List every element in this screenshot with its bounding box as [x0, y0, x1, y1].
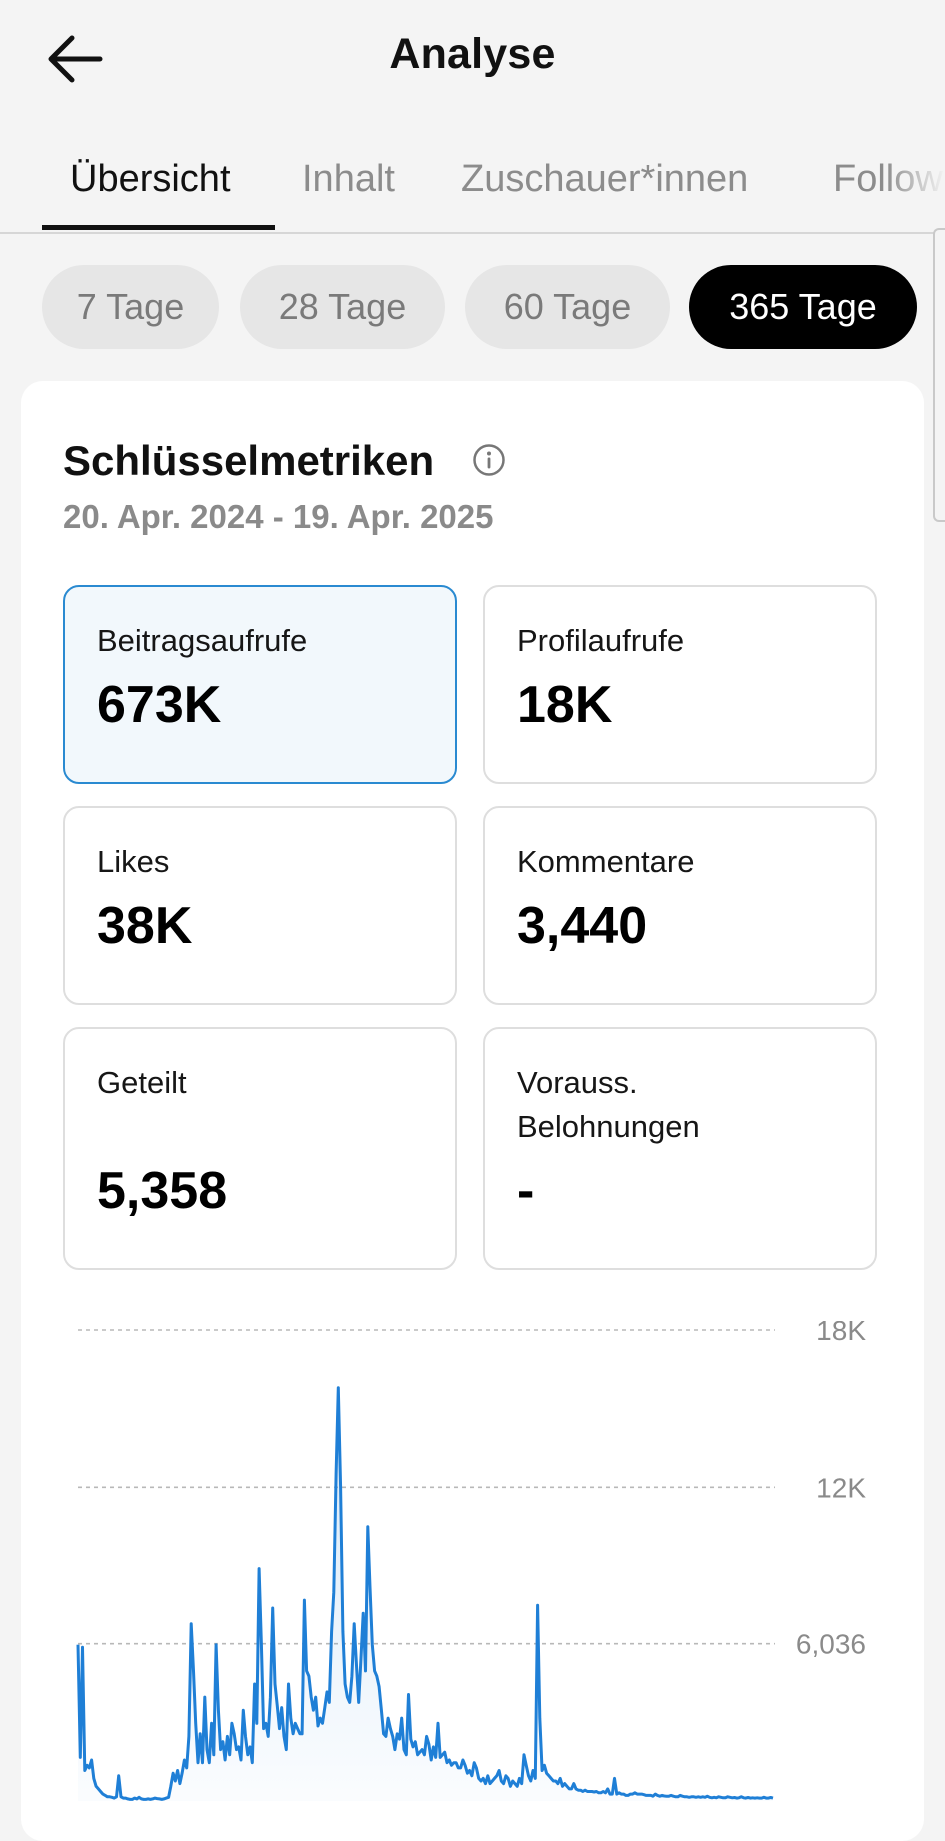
metric-value: 3,440 — [517, 897, 648, 955]
tab-overview[interactable]: Übersicht — [70, 158, 231, 201]
metric-shares[interactable]: Geteilt 5,358 — [63, 1027, 457, 1270]
metric-label: Kommentare — [517, 844, 695, 879]
tab-bar: Übersicht Inhalt Zuschauer*innen Follow — [0, 140, 945, 234]
range-7-days[interactable]: 7 Tage — [42, 265, 219, 349]
info-icon[interactable] — [472, 443, 506, 477]
tab-viewers[interactable]: Zuschauer*innen — [461, 158, 748, 201]
metric-likes[interactable]: Likes 38K — [63, 806, 457, 1005]
metric-label: Likes — [97, 844, 170, 879]
active-tab-indicator — [42, 225, 275, 230]
metric-label: Geteilt — [97, 1065, 187, 1100]
series-line — [76, 1386, 774, 1801]
range-60-days[interactable]: 60 Tage — [465, 265, 670, 349]
section-title: Schlüsselmetriken — [63, 437, 435, 484]
date-range: 20. Apr. 2024 - 19. Apr. 2025 — [63, 498, 494, 535]
metric-label: Beitragsaufrufe — [97, 623, 308, 658]
metric-estimated-rewards[interactable]: Vorauss. Belohnungen - — [483, 1027, 877, 1270]
y-tick-label: 6,036 — [796, 1629, 866, 1660]
metric-comments[interactable]: Kommentare 3,440 — [483, 806, 877, 1005]
page-title: Analyse — [389, 30, 556, 78]
y-tick-label: 18K — [816, 1321, 866, 1346]
metric-value: - — [517, 1162, 535, 1220]
metric-value: 18K — [517, 676, 613, 734]
metric-post-views[interactable]: Beitragsaufrufe 673K — [63, 585, 457, 784]
views-chart[interactable]: 18K12K6,03620. Apr. 202419. Apr. 2025 — [21, 1321, 924, 1801]
metric-value: 38K — [97, 897, 193, 955]
y-tick-label: 12K — [816, 1472, 866, 1503]
metric-value: 5,358 — [97, 1162, 228, 1220]
tabs-scroll-indicator[interactable] — [933, 228, 945, 522]
key-metrics-card: Schlüsselmetriken 20. Apr. 2024 - 19. Ap… — [21, 381, 924, 1841]
tabs-fade — [885, 140, 945, 232]
range-365-days[interactable]: 365 Tage — [689, 265, 917, 349]
tab-content[interactable]: Inhalt — [302, 158, 395, 201]
range-28-days[interactable]: 28 Tage — [240, 265, 445, 349]
metric-value: 673K — [97, 676, 222, 734]
metric-label: Vorauss. Belohnungen — [517, 1065, 700, 1144]
top-bar: Analyse — [0, 0, 945, 120]
metric-profile-views[interactable]: Profilaufrufe 18K — [483, 585, 877, 784]
metric-label: Profilaufrufe — [517, 623, 685, 658]
